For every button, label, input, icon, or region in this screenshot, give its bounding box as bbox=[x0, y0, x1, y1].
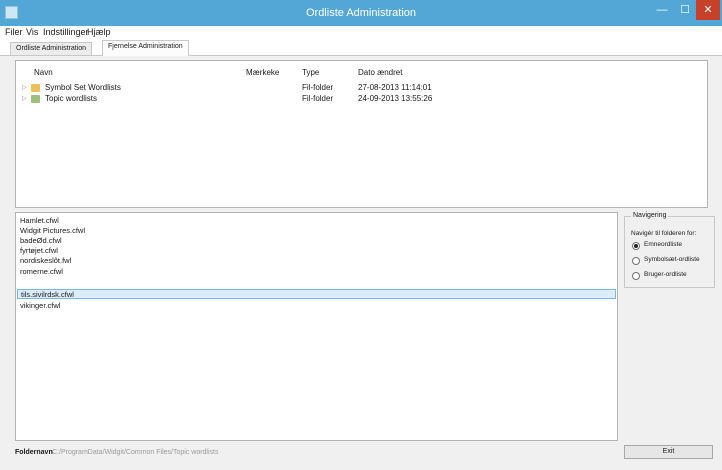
list-item[interactable]: Hamlet.cfwl bbox=[17, 216, 616, 226]
radio-bruger-ordliste[interactable] bbox=[632, 272, 640, 280]
folder-path-field: C:/ProgramData/Widgit/Common Files/Topic… bbox=[52, 449, 219, 456]
tree-cell-date: 27-08-2013 11:14:01 bbox=[358, 83, 432, 92]
radio-emneordliste[interactable] bbox=[632, 242, 640, 250]
column-header-label[interactable]: Mærkeke bbox=[246, 68, 279, 77]
title-bar: Ordliste Administration — ☐ ✕ bbox=[0, 0, 722, 26]
menu-indstillinger[interactable]: Indstillinger bbox=[43, 27, 89, 37]
folder-icon bbox=[31, 84, 40, 92]
column-header-date[interactable]: Dato ændret bbox=[358, 68, 402, 77]
list-item[interactable]: nordiskeslôt.fwl bbox=[17, 256, 616, 266]
minimize-button[interactable]: — bbox=[650, 0, 674, 20]
expand-arrow-icon[interactable]: ▷ bbox=[22, 95, 27, 102]
list-item-selected[interactable]: tils.sivilrdsk.cfwl bbox=[17, 289, 616, 299]
tab-ordliste-administration[interactable]: Ordliste Administration bbox=[10, 42, 93, 55]
menu-bar: Filer Vis Indstillinger Hjælp bbox=[0, 26, 722, 39]
folder-icon bbox=[31, 95, 40, 103]
list-item[interactable]: badeØd.cfwl bbox=[17, 236, 616, 246]
list-item[interactable]: fyrtøjet.cfwl bbox=[17, 246, 616, 256]
folder-name-label: Foldernavn bbox=[15, 449, 53, 456]
wordlist-file-list[interactable]: Hamlet.cfwl Widgit Pictures.cfwl badeØd.… bbox=[15, 212, 618, 441]
tree-row-topic-wordlists[interactable]: ▷ Topic wordlists Fil-folder 24-09-2013 … bbox=[16, 94, 707, 104]
menu-filer[interactable]: Filer bbox=[5, 27, 23, 37]
tab-strip: Ordliste Administration Fjernelse Admini… bbox=[0, 39, 722, 56]
list-item[interactable]: romerne.cfwl bbox=[17, 267, 616, 277]
exit-button[interactable]: Exit bbox=[624, 445, 713, 459]
menu-vis[interactable]: Vis bbox=[26, 27, 38, 37]
tree-cell-name: Symbol Set Wordlists bbox=[45, 83, 121, 92]
close-button[interactable]: ✕ bbox=[696, 0, 720, 20]
navigation-prompt: Navigér til folderen for: bbox=[631, 230, 697, 237]
column-header-name[interactable]: Navn bbox=[34, 68, 53, 77]
expand-arrow-icon[interactable]: ▷ bbox=[22, 84, 27, 91]
list-item[interactable]: vikinger.cfwl bbox=[17, 301, 616, 311]
tree-cell-type: Fil-folder bbox=[302, 83, 334, 92]
navigation-group: Navigering Navigér til folderen for: Emn… bbox=[624, 212, 715, 288]
navigation-group-title: Navigering bbox=[631, 212, 669, 219]
tree-cell-type: Fil-folder bbox=[302, 94, 334, 103]
window-title: Ordliste Administration bbox=[305, 7, 417, 19]
radio-label-emneordliste[interactable]: Emneordliste bbox=[644, 241, 682, 248]
radio-label-symbolsaet-ordliste[interactable]: Symbolsæt-ordliste bbox=[644, 256, 700, 263]
tree-row-symbol-set-wordlists[interactable]: ▷ Symbol Set Wordlists Fil-folder 27-08-… bbox=[16, 83, 707, 93]
folder-tree-view[interactable]: Navn Mærkeke Type Dato ændret ▷ Symbol S… bbox=[15, 60, 708, 208]
list-item[interactable]: Widgit Pictures.cfwl bbox=[17, 226, 616, 236]
tree-cell-name: Topic wordlists bbox=[45, 94, 98, 103]
column-header-type[interactable]: Type bbox=[302, 68, 319, 77]
radio-symbolsaet-ordliste[interactable] bbox=[632, 257, 640, 265]
menu-hjaelp[interactable]: Hjælp bbox=[87, 27, 111, 37]
tab-fjernelse-administration[interactable]: Fjernelse Administration bbox=[102, 40, 189, 56]
tree-cell-date: 24-09-2013 13:55:26 bbox=[358, 94, 433, 103]
maximize-button[interactable]: ☐ bbox=[674, 0, 696, 20]
radio-label-bruger-ordliste[interactable]: Bruger-ordliste bbox=[644, 271, 687, 278]
